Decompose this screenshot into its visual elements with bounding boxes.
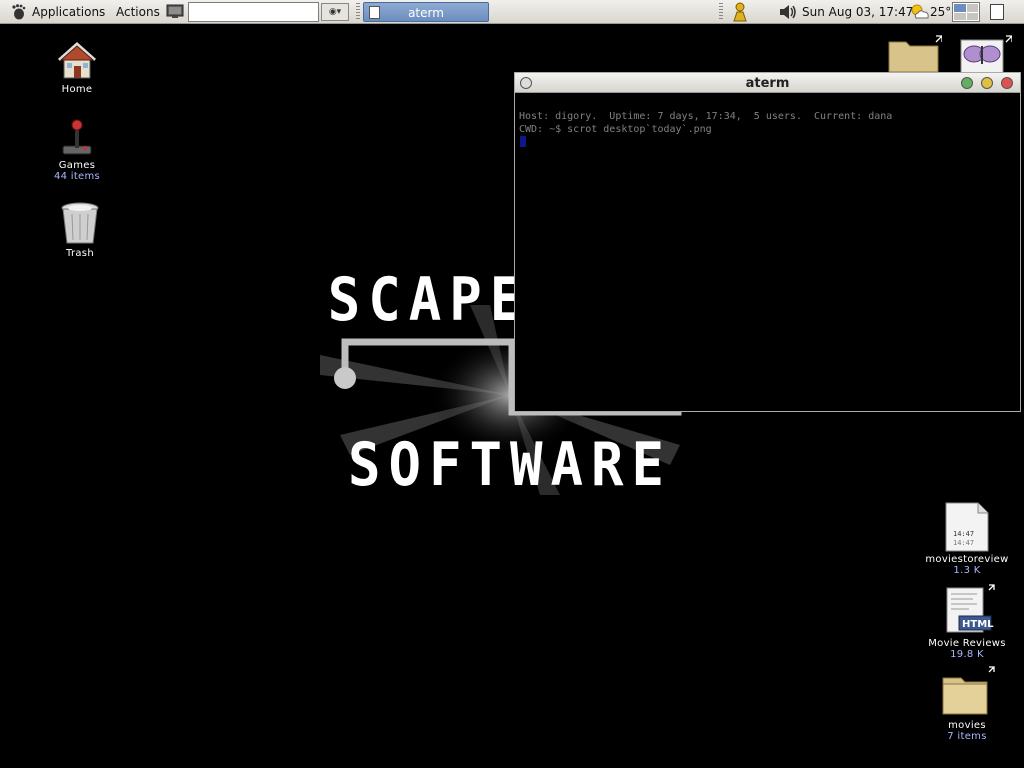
panel-separator[interactable] <box>719 3 723 21</box>
minimize-button[interactable] <box>981 77 993 89</box>
temperature-readout: 25° <box>930 5 952 19</box>
close-button[interactable] <box>1001 77 1013 89</box>
top-panel: Applications Actions ◉▾ aterm Sun Aug 03… <box>0 0 1024 24</box>
command-history-button[interactable]: ◉▾ <box>321 3 349 21</box>
applications-menu[interactable]: Applications <box>32 5 105 19</box>
wallpaper-line2: SOFTWARE <box>347 429 673 500</box>
desktop-icon-image-file[interactable] <box>956 34 1012 74</box>
user-icon[interactable] <box>731 2 749 22</box>
terminal-output[interactable]: Host: digory. Uptime: 7 days, 17:34, 5 u… <box>519 110 892 136</box>
command-entry[interactable] <box>188 2 319 22</box>
desktop-icon-trash[interactable]: Trash <box>35 200 125 259</box>
workspace-switcher[interactable] <box>952 2 980 22</box>
desktop-icon-games[interactable]: Games 44 items <box>32 116 122 182</box>
volume-icon[interactable] <box>778 4 798 20</box>
folder-icon <box>942 666 995 715</box>
folder-link-icon <box>888 35 942 73</box>
desktop-icon-subtext: 19.8 K <box>950 649 984 660</box>
terminal-line: CWD: ~$ scrot desktop`today`.png <box>519 124 712 135</box>
desktop-icon-movie-reviews[interactable]: HTML Movie Reviews 19.8 K <box>922 584 1012 660</box>
workspace-2[interactable] <box>966 4 978 12</box>
desktop-icon-label: movies <box>948 720 986 731</box>
terminal-line: Host: digory. Uptime: 7 days, 17:34, 5 u… <box>519 111 893 122</box>
run-command-icon[interactable] <box>166 4 184 19</box>
desktop-icon-moviestoreview[interactable]: 14:47 14:47 moviestoreview 1.3 K <box>922 502 1012 576</box>
window-title: aterm <box>745 76 790 91</box>
logo-node-left <box>334 367 356 389</box>
desktop-icon-subtext: 44 items <box>53 171 101 182</box>
text-file-icon: 14:47 14:47 <box>945 502 989 552</box>
desktop-icon-label: Movie Reviews <box>928 638 1006 649</box>
panel-clock[interactable]: Sun Aug 03, 17:47 <box>802 5 913 19</box>
window-titlebar[interactable]: aterm <box>515 73 1020 93</box>
butterfly-image-icon <box>960 35 1012 74</box>
panel-separator[interactable] <box>356 3 360 21</box>
trash-icon <box>61 202 99 244</box>
maximize-button[interactable] <box>961 77 973 89</box>
translucency-overlay <box>515 93 1020 411</box>
gnome-foot-icon[interactable] <box>10 4 26 20</box>
workspace-4[interactable] <box>966 12 978 20</box>
show-desktop-icon[interactable] <box>990 4 1004 20</box>
file-preview-line: 14:47 <box>953 530 974 538</box>
file-preview-line: 14:47 <box>953 539 974 547</box>
desktop-icon-label: Games <box>58 160 96 171</box>
taskbar-button-aterm[interactable]: aterm <box>363 2 489 22</box>
workspace-1[interactable] <box>954 4 966 12</box>
html-badge: HTML <box>962 619 994 630</box>
desktop-icon-folder-link[interactable] <box>886 34 942 74</box>
desktop-icon-label: Trash <box>66 248 94 259</box>
desktop-icon-label: moviestoreview <box>925 554 1009 565</box>
desktop-icon-label: Home <box>61 84 93 95</box>
home-icon <box>58 41 96 79</box>
desktop-icon-movies[interactable]: movies 7 items <box>922 666 1012 742</box>
desktop-icon-home[interactable]: Home <box>32 38 122 95</box>
actions-menu[interactable]: Actions <box>116 5 160 19</box>
workspace-3[interactable] <box>954 12 966 20</box>
partly-cloudy-icon[interactable] <box>910 3 930 21</box>
desktop-icon-subtext: 1.3 K <box>953 565 981 576</box>
aterm-window[interactable]: aterm Host: digory. Uptime: 7 days, 17:3… <box>514 72 1021 412</box>
joystick-icon <box>62 119 92 155</box>
taskbar-button-label: aterm <box>408 6 444 20</box>
html-file-icon: HTML <box>946 584 995 633</box>
terminal-cursor <box>520 136 526 147</box>
desktop-icon-subtext: 7 items <box>947 731 987 742</box>
